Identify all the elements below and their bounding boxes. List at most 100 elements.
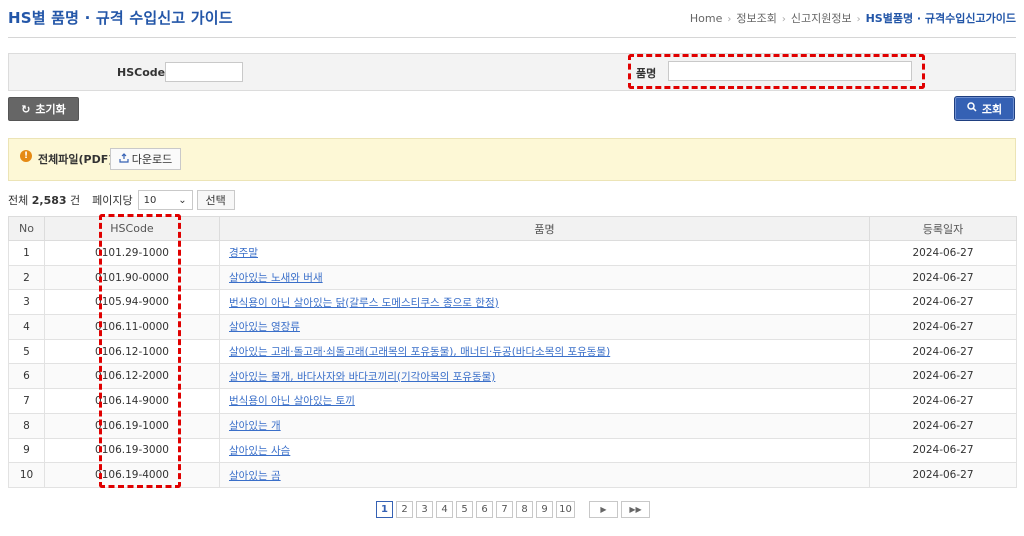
list-toolbar: 전체 2,583 건 페이지당 10 ⌄ 선택 — [8, 190, 235, 210]
page-button[interactable]: 7 — [496, 501, 513, 518]
chevron-right-icon: › — [781, 14, 786, 25]
row-date: 2024-06-27 — [869, 363, 1017, 390]
item-name-link[interactable]: 살아있는 노새와 버새 — [229, 272, 323, 284]
search-button[interactable]: 조회 — [954, 96, 1015, 121]
col-no-header: No — [8, 216, 45, 241]
row-date: 2024-06-27 — [869, 338, 1017, 365]
row-hscode: 0106.19-3000 — [44, 437, 220, 464]
chevron-down-icon: ⌄ — [178, 194, 187, 206]
total-count: 2,583 — [31, 193, 67, 207]
next-page-button[interactable]: ▶ — [589, 501, 618, 518]
item-name-link[interactable]: 살아있는 사슴 — [229, 445, 290, 457]
row-no: 7 — [8, 388, 45, 414]
table-row: 10 0106.19-4000 살아있는 곰 2024-06-27 — [8, 462, 1017, 488]
results-table: No HSCode 품명 등록일자 1 0101.29-1000 경주말 2024-0… — [8, 216, 1017, 488]
page-button[interactable]: 6 — [476, 501, 493, 518]
item-name-link[interactable]: 경주말 — [229, 247, 258, 259]
item-name-link[interactable]: 살아있는 물개, 바다사자와 바다코끼리(기각아목의 포유동물) — [229, 371, 495, 383]
table-row: 1 0101.29-1000 경주말 2024-06-27 — [8, 240, 1017, 266]
total-prefix: 전체 — [8, 194, 29, 207]
row-hscode: 0101.29-1000 — [44, 240, 220, 266]
item-name-link[interactable]: 살아있는 개 — [229, 420, 281, 432]
row-date: 2024-06-27 — [869, 240, 1017, 266]
col-hscode-header: HSCode — [44, 216, 220, 241]
col-date-header: 등록일자 — [869, 216, 1017, 241]
reset-label: 초기화 — [35, 103, 66, 116]
table-row: 8 0106.19-1000 살아있는 개 2024-06-27 — [8, 412, 1017, 439]
download-icon — [119, 152, 129, 166]
chevron-right-icon: › — [727, 14, 732, 25]
row-no: 2 — [8, 264, 45, 291]
page-button[interactable]: 4 — [436, 501, 453, 518]
row-hscode: 0101.90-0000 — [44, 264, 220, 291]
pagination: 1 2 3 4 5 6 7 8 9 10 ▶ ▶▶ — [376, 501, 650, 518]
page-button[interactable]: 8 — [516, 501, 533, 518]
table-row: 3 0105.94-9000 번식용이 아닌 살아있는 닭(갈루스 도메스티쿠스 종… — [8, 289, 1017, 316]
page-button[interactable]: 10 — [556, 501, 575, 518]
table-row: 5 0106.12-1000 살아있는 고래·돌고래·쇠돌고래(고래목의 포유동물)… — [8, 338, 1017, 365]
download-button[interactable]: 다운로드 — [110, 148, 181, 170]
item-name-link[interactable]: 살아있는 영장류 — [229, 321, 300, 333]
row-no: 6 — [8, 363, 45, 390]
row-hscode: 0106.12-2000 — [44, 363, 220, 390]
row-date: 2024-06-27 — [869, 412, 1017, 439]
search-label: 조회 — [981, 102, 1003, 116]
hscode-label: HSCode — [117, 66, 166, 79]
page-button[interactable]: 5 — [456, 501, 473, 518]
item-name-link[interactable]: 살아있는 고래·돌고래·쇠돌고래(고래목의 포유동물), 매너티·듀공(바다소목… — [229, 346, 610, 358]
row-no: 9 — [8, 437, 45, 464]
page-button-current[interactable]: 1 — [376, 501, 393, 518]
search-icon — [967, 102, 977, 115]
row-no: 8 — [8, 412, 45, 439]
item-name-link[interactable]: 번식용이 아닌 살아있는 토끼 — [229, 395, 355, 407]
table-row: 7 0106.14-9000 번식용이 아닌 살아있는 토끼 2024-06-27 — [8, 388, 1017, 414]
page-button[interactable]: 3 — [416, 501, 433, 518]
row-date: 2024-06-27 — [869, 289, 1017, 316]
table-row: 2 0101.90-0000 살아있는 노새와 버새 2024-06-27 — [8, 264, 1017, 291]
table-row: 9 0106.19-3000 살아있는 사슴 2024-06-27 — [8, 437, 1017, 464]
page-button[interactable]: 2 — [396, 501, 413, 518]
row-hscode: 0106.12-1000 — [44, 338, 220, 365]
next-page-icon: ▶ — [600, 505, 607, 514]
page-header: HS별 품명 · 규격 수입신고 가이드 Home › 정보조회 › 신고지원정보 › HS… — [8, 0, 1016, 38]
refresh-icon: ↻ — [21, 102, 31, 116]
per-page-label: 페이지당 — [92, 194, 133, 207]
item-name-link[interactable]: 살아있는 곰 — [229, 470, 281, 482]
table-header-row: No HSCode 품명 등록일자 — [8, 216, 1017, 241]
breadcrumb-support[interactable]: 신고지원정보 — [791, 10, 852, 26]
row-hscode: 0106.11-0000 — [44, 314, 220, 340]
total-unit: 건 — [70, 194, 81, 207]
breadcrumb-info[interactable]: 정보조회 — [736, 10, 776, 26]
row-no: 10 — [8, 462, 45, 488]
item-name-label: 품명 — [636, 67, 657, 80]
row-no: 5 — [8, 338, 45, 365]
hscode-input[interactable] — [165, 62, 243, 82]
row-no: 3 — [8, 289, 45, 316]
apply-per-page-button[interactable]: 선택 — [196, 190, 235, 210]
row-hscode: 0105.94-9000 — [44, 289, 220, 316]
notice-label: 전체파일(PDF) — [38, 153, 114, 166]
item-name-input[interactable] — [668, 61, 912, 81]
row-date: 2024-06-27 — [869, 437, 1017, 464]
row-date: 2024-06-27 — [869, 264, 1017, 291]
col-name-header: 품명 — [219, 216, 870, 241]
item-name-link[interactable]: 번식용이 아닌 살아있는 닭(갈루스 도메스티쿠스 종으로 한정) — [229, 297, 499, 309]
last-page-button[interactable]: ▶▶ — [621, 501, 650, 518]
reset-button[interactable]: ↻ 초기화 — [8, 97, 79, 121]
row-hscode: 0106.19-1000 — [44, 412, 220, 439]
per-page-value: 10 — [143, 194, 157, 206]
row-date: 2024-06-27 — [869, 314, 1017, 340]
row-date: 2024-06-27 — [869, 388, 1017, 414]
download-label: 다운로드 — [131, 153, 173, 166]
table-row: 4 0106.11-0000 살아있는 영장류 2024-06-27 — [8, 314, 1017, 340]
row-date: 2024-06-27 — [869, 462, 1017, 488]
breadcrumb-home[interactable]: Home — [690, 12, 722, 25]
notice-box: ! 전체파일(PDF) 다운로드 — [8, 138, 1016, 181]
per-page-select[interactable]: 10 ⌄ — [137, 190, 193, 210]
page-button[interactable]: 9 — [536, 501, 553, 518]
row-no: 1 — [8, 240, 45, 266]
chevron-right-icon: › — [856, 14, 861, 25]
row-no: 4 — [8, 314, 45, 340]
table-row: 6 0106.12-2000 살아있는 물개, 바다사자와 바다코끼리(기각아목의 … — [8, 363, 1017, 390]
search-panel: HSCode 품명 — [8, 53, 1016, 91]
